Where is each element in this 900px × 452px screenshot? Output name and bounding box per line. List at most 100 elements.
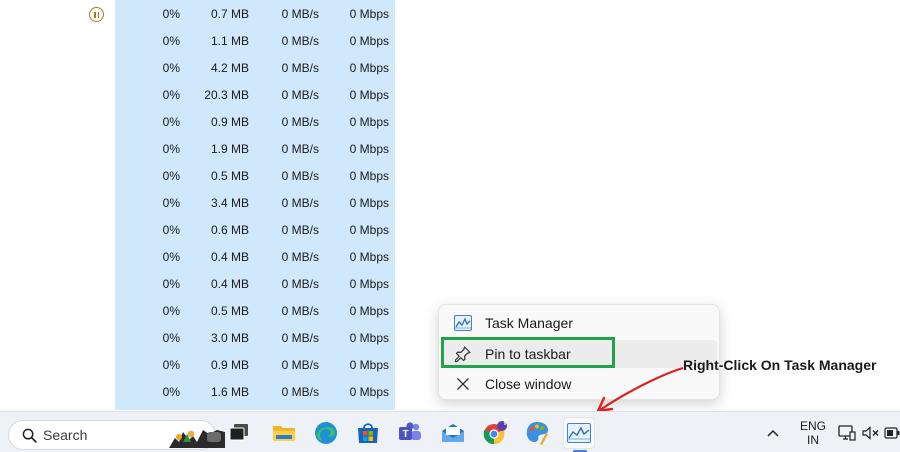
table-row[interactable]: 0% 0.7 MB 0 MB/s 0 Mbps — [0, 1, 400, 28]
network-cell: 0 Mbps — [349, 115, 389, 129]
search-highlight-art-icon — [169, 430, 225, 448]
microsoft-store-button[interactable] — [352, 417, 384, 449]
network-cell: 0 Mbps — [349, 88, 389, 102]
disk-cell: 0 MB/s — [281, 115, 319, 129]
memory-cell: 1.6 MB — [210, 385, 249, 399]
close-icon — [454, 375, 472, 393]
table-row[interactable]: 0% 3.4 MB 0 MB/s 0 Mbps — [0, 190, 400, 217]
memory-cell: 0.4 MB — [210, 277, 249, 291]
task-manager-taskbar-button[interactable] — [563, 417, 595, 449]
desktop-screen: 0% 0.7 MB 0 MB/s 0 Mbps 0% 1.1 MB 0 MB/s 0 Mbps… — [0, 0, 900, 452]
paint-button[interactable] — [521, 417, 553, 449]
memory-cell: 1.9 MB — [210, 142, 249, 156]
disk-cell: 0 MB/s — [281, 223, 319, 237]
table-row[interactable]: 0% 1.6 MB 0 MB/s 0 Mbps — [0, 379, 400, 406]
network-cell: 0 Mbps — [349, 142, 389, 156]
cpu-cell: 0% — [162, 115, 180, 129]
table-row[interactable]: 0% 0.9 MB 0 MB/s 0 Mbps — [0, 109, 400, 136]
table-row[interactable]: 0% 0.5 MB 0 MB/s 0 Mbps — [0, 298, 400, 325]
paint-icon — [526, 422, 548, 445]
cpu-cell: 0% — [162, 142, 180, 156]
network-cell: 0 Mbps — [349, 223, 389, 237]
memory-cell: 3.4 MB — [210, 196, 249, 210]
cpu-cell: 0% — [162, 385, 180, 399]
table-row[interactable]: 0% 0.9 MB 0 MB/s 0 Mbps — [0, 352, 400, 379]
network-cell: 0 Mbps — [349, 277, 389, 291]
teams-button[interactable]: T — [394, 417, 426, 449]
task-manager-icon — [567, 423, 591, 443]
table-row[interactable]: 0% 20.3 MB 0 MB/s 0 Mbps — [0, 82, 400, 109]
cpu-cell: 0% — [162, 331, 180, 345]
disk-cell: 0 MB/s — [281, 88, 319, 102]
volume-button[interactable] — [862, 412, 880, 452]
network-cell: 0 Mbps — [349, 304, 389, 318]
edge-button[interactable] — [310, 417, 342, 449]
memory-cell: 0.6 MB — [210, 223, 249, 237]
search-placeholder: Search — [43, 427, 88, 443]
cpu-cell: 0% — [162, 304, 180, 318]
network-cell: 0 Mbps — [349, 331, 389, 345]
file-explorer-icon — [273, 426, 295, 441]
disk-cell: 0 MB/s — [281, 250, 319, 264]
network-status-button[interactable] — [838, 412, 858, 452]
table-row[interactable]: 0% 0.5 MB 0 MB/s 0 Mbps — [0, 163, 400, 190]
suspended-status-icon — [89, 7, 104, 22]
menu-item-task-manager[interactable]: Task Manager — [443, 309, 717, 337]
task-manager-icon — [454, 314, 472, 332]
disk-cell: 0 MB/s — [281, 196, 319, 210]
language-indicator[interactable]: ENG IN — [798, 419, 828, 447]
table-row[interactable]: 0% 1.1 MB 0 MB/s 0 Mbps — [0, 28, 400, 55]
cpu-cell: 0% — [162, 277, 180, 291]
memory-cell: 1.1 MB — [210, 34, 249, 48]
cpu-cell: 0% — [162, 358, 180, 372]
show-hidden-icons-button[interactable] — [766, 412, 786, 452]
mail-button[interactable] — [437, 417, 469, 449]
table-row[interactable]: 0% 0.6 MB 0 MB/s 0 Mbps — [0, 217, 400, 244]
battery-icon — [884, 426, 900, 439]
menu-item-label: Close window — [485, 376, 572, 392]
chevron-up-icon — [767, 429, 779, 437]
disk-cell: 0 MB/s — [281, 169, 319, 183]
table-row[interactable]: 0% 0.4 MB 0 MB/s 0 Mbps — [0, 244, 400, 271]
disk-cell: 0 MB/s — [281, 34, 319, 48]
teams-icon: T — [399, 422, 421, 440]
cpu-cell: 0% — [162, 34, 180, 48]
battery-button[interactable] — [884, 412, 900, 452]
network-cell: 0 Mbps — [349, 34, 389, 48]
network-icon — [838, 424, 856, 441]
disk-cell: 0 MB/s — [281, 385, 319, 399]
cpu-cell: 0% — [162, 169, 180, 183]
volume-muted-icon — [862, 425, 879, 440]
memory-cell: 0.9 MB — [210, 358, 249, 372]
table-row[interactable]: 0% 0.4 MB 0 MB/s 0 Mbps — [0, 271, 400, 298]
network-cell: 0 Mbps — [349, 7, 389, 21]
table-row[interactable]: 0% 4.2 MB 0 MB/s 0 Mbps — [0, 55, 400, 82]
file-explorer-button[interactable] — [268, 417, 300, 449]
memory-cell: 0.7 MB — [210, 7, 249, 21]
microsoft-store-icon — [358, 423, 378, 443]
network-cell: 0 Mbps — [349, 385, 389, 399]
memory-cell: 4.2 MB — [210, 61, 249, 75]
network-cell: 0 Mbps — [349, 250, 389, 264]
menu-item-label: Task Manager — [485, 315, 573, 331]
language-code: ENG — [799, 419, 826, 433]
task-view-button[interactable] — [223, 417, 255, 449]
chrome-profile-badge: T — [502, 418, 508, 427]
pin-highlight-box — [441, 337, 615, 368]
table-row[interactable]: 0% 1.9 MB 0 MB/s 0 Mbps — [0, 136, 400, 163]
disk-cell: 0 MB/s — [281, 61, 319, 75]
memory-cell: 20.3 MB — [204, 88, 249, 102]
edge-icon — [315, 422, 337, 444]
disk-cell: 0 MB/s — [281, 277, 319, 291]
cpu-cell: 0% — [162, 223, 180, 237]
disk-cell: 0 MB/s — [281, 331, 319, 345]
table-row[interactable]: 0% 3.0 MB 0 MB/s 0 Mbps — [0, 325, 400, 352]
cpu-cell: 0% — [162, 250, 180, 264]
disk-cell: 0 MB/s — [281, 7, 319, 21]
taskbar-search[interactable]: Search — [8, 420, 225, 450]
network-cell: 0 Mbps — [349, 61, 389, 75]
memory-cell: 0.5 MB — [210, 169, 249, 183]
disk-cell: 0 MB/s — [281, 142, 319, 156]
network-cell: 0 Mbps — [349, 169, 389, 183]
chrome-button[interactable]: T — [479, 417, 511, 449]
